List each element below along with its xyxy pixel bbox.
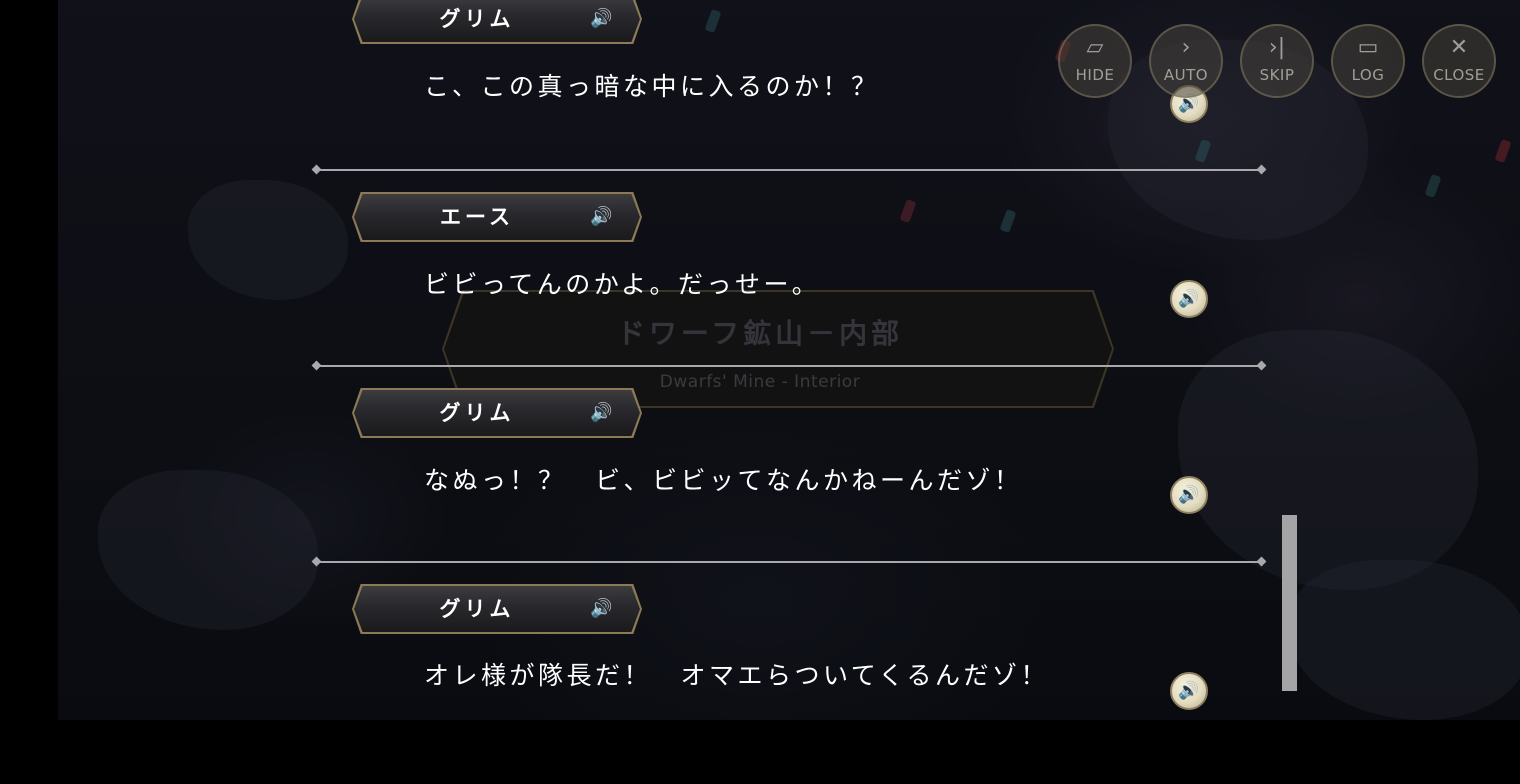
auto-label: AUTO [1163, 66, 1209, 84]
entry-divider [316, 169, 1262, 171]
log-entry: エース 🔊 ビビってんのかよ。だっせー。 🔊 [0, 192, 1520, 392]
skip-icon: ›| [1268, 35, 1286, 60]
speaker-plate: エース 🔊 [352, 192, 642, 242]
log-button[interactable]: ▭ LOG [1331, 24, 1405, 98]
log-icon: ▭ [1357, 35, 1379, 60]
entry-divider [316, 365, 1262, 367]
voice-replay-button[interactable]: 🔊 [1170, 672, 1208, 710]
skip-label: SKIP [1259, 66, 1295, 84]
speaker-icon: 🔊 [1178, 289, 1200, 309]
log-scrollbar[interactable] [1282, 515, 1297, 691]
speaker-plate: グリム 🔊 [352, 0, 642, 44]
speaker-plate: グリム 🔊 [352, 388, 642, 438]
speaker-name: グリム [439, 401, 515, 425]
close-icon: ✕ [1449, 35, 1469, 60]
dialogue-text: ビビってんのかよ。だっせー。 [424, 270, 821, 299]
speaker-voice-icon: 🔊 [590, 206, 613, 227]
speaker-name: グリム [439, 7, 515, 31]
skip-button[interactable]: ›| SKIP [1240, 24, 1314, 98]
close-label: CLOSE [1433, 66, 1485, 84]
speaker-voice-icon: 🔊 [590, 598, 613, 619]
dialogue-text: こ、この真っ暗な中に入るのか！？ [424, 72, 880, 101]
speaker-plate: グリム 🔊 [352, 584, 642, 634]
auto-icon: › [1181, 35, 1191, 60]
voice-replay-button[interactable]: 🔊 [1170, 476, 1208, 514]
speaker-icon: 🔊 [1178, 681, 1200, 701]
log-label: LOG [1351, 66, 1385, 84]
speaker-voice-icon: 🔊 [590, 8, 613, 29]
hide-button[interactable]: ▱ HIDE [1058, 24, 1132, 98]
dialogue-text: オレ様が隊長だ！ オマエらついてくるんだゾ！ [424, 661, 1050, 690]
dialogue-text: なぬっ！？ ビ、ビビッてなんかねーんだゾ！ [424, 466, 1023, 495]
voice-replay-button[interactable]: 🔊 [1170, 280, 1208, 318]
auto-button[interactable]: › AUTO [1149, 24, 1223, 98]
close-button[interactable]: ✕ CLOSE [1422, 24, 1496, 98]
speaker-icon: 🔊 [1178, 485, 1200, 505]
hide-label: HIDE [1075, 66, 1115, 84]
entry-divider [316, 561, 1262, 563]
hide-icon: ▱ [1086, 35, 1104, 60]
speaker-voice-icon: 🔊 [590, 402, 613, 423]
speaker-name: グリム [439, 597, 515, 621]
speaker-name: エース [440, 205, 514, 229]
